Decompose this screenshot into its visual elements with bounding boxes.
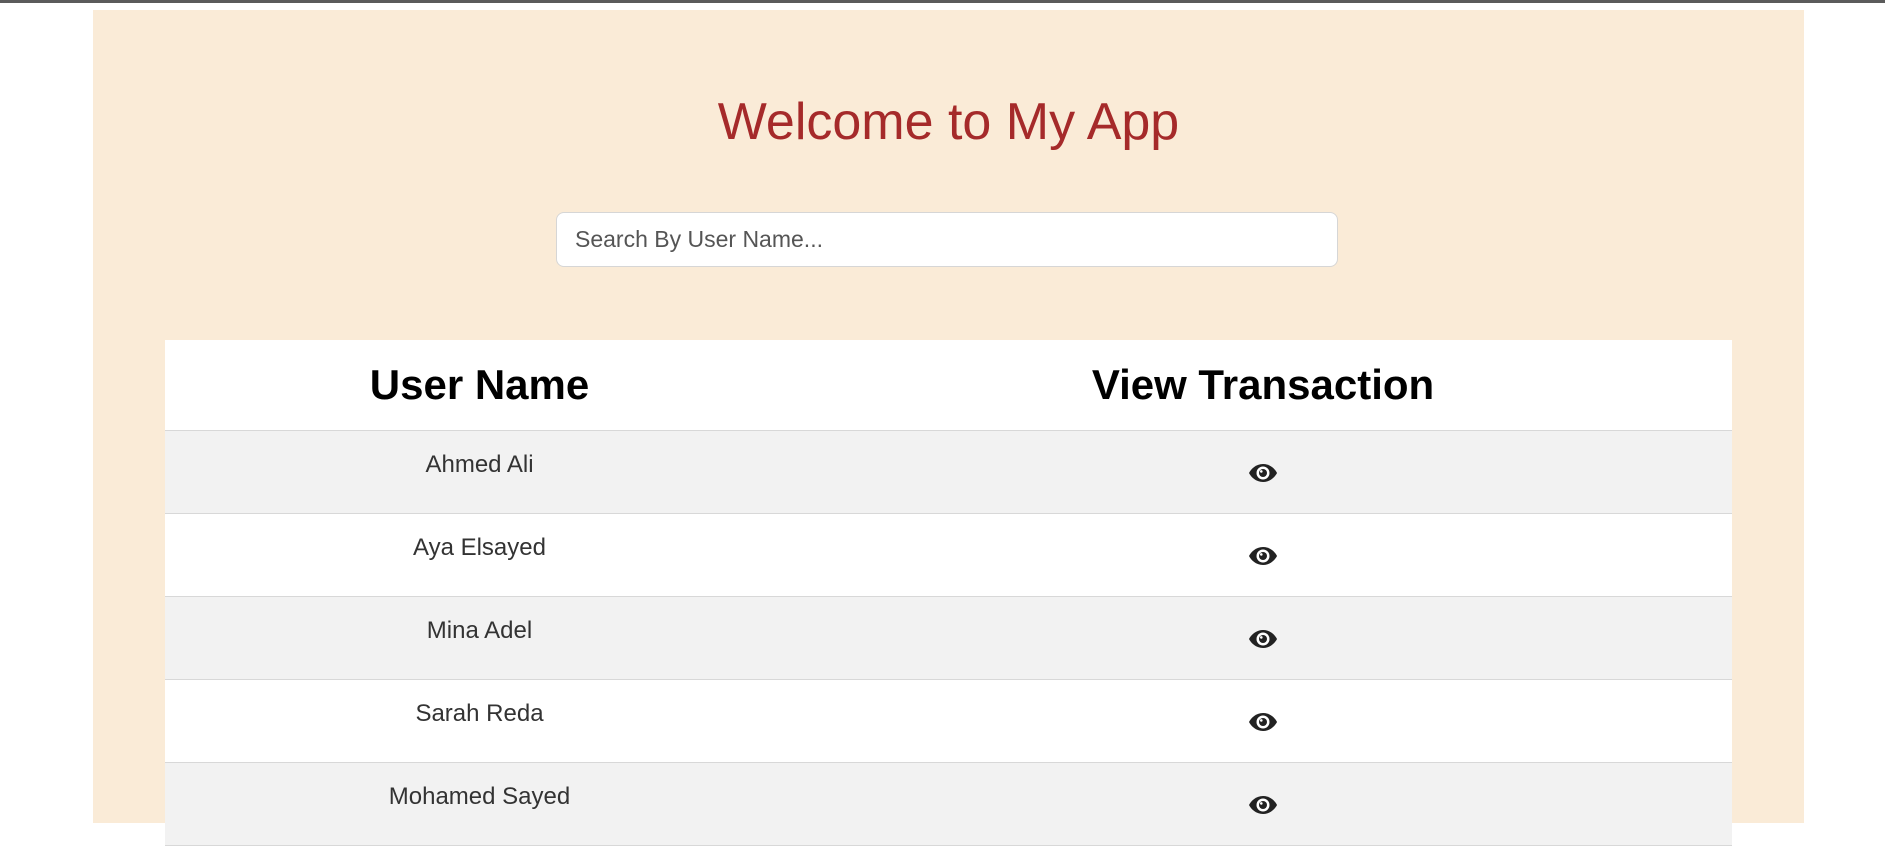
column-header-user-name: User Name	[165, 340, 794, 431]
user-name-cell: Aya Elsayed	[165, 513, 794, 597]
user-name-cell: Mina Adel	[165, 596, 794, 680]
search-bar	[556, 212, 1338, 267]
eye-icon[interactable]	[1248, 545, 1278, 567]
top-border	[0, 0, 1885, 3]
users-table: User Name View Transaction Ahmed Ali Aya…	[165, 340, 1732, 846]
table-row: Ahmed Ali	[165, 430, 1732, 514]
view-transaction-cell	[794, 679, 1732, 763]
table-row: Aya Elsayed	[165, 513, 1732, 597]
user-name-cell: Sarah Reda	[165, 679, 794, 763]
eye-icon[interactable]	[1248, 794, 1278, 816]
table-row: Mina Adel	[165, 596, 1732, 680]
table-row: Mohamed Sayed	[165, 762, 1732, 846]
user-name-cell: Ahmed Ali	[165, 430, 794, 514]
eye-icon[interactable]	[1248, 711, 1278, 733]
eye-icon[interactable]	[1248, 462, 1278, 484]
view-transaction-cell	[794, 430, 1732, 514]
eye-icon[interactable]	[1248, 628, 1278, 650]
page-title: Welcome to My App	[717, 93, 1180, 151]
search-input[interactable]	[556, 212, 1338, 267]
user-name-cell: Mohamed Sayed	[165, 762, 794, 846]
table-header-row: User Name View Transaction	[165, 340, 1732, 431]
view-transaction-cell	[794, 762, 1732, 846]
app-panel: Welcome to My App User Name View Transac…	[93, 10, 1804, 846]
table-row: Sarah Reda	[165, 679, 1732, 763]
column-header-view-transaction: View Transaction	[794, 340, 1732, 431]
view-transaction-cell	[794, 596, 1732, 680]
view-transaction-cell	[794, 513, 1732, 597]
